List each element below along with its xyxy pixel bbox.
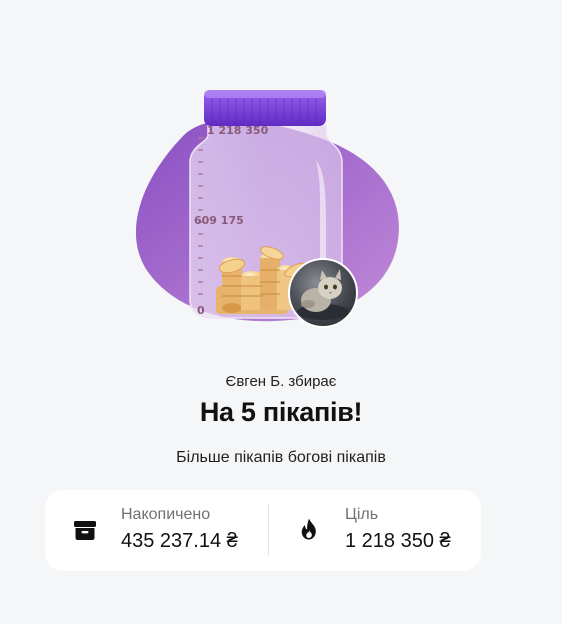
collection-description: Більше пікапів богові пікапів (176, 449, 386, 466)
accumulated-stat: Накопичено 435 237.14 ₴ (45, 490, 267, 571)
collection-title: На 5 пікапів! (199, 397, 363, 427)
collection-owner: Євген Б. збирає (225, 373, 337, 390)
jar-scale-min: 0 (197, 304, 205, 317)
jar-graphic (135, 90, 399, 322)
jar-illustration: 1 218 350 609 175 0 (120, 80, 410, 340)
jar-scale-mid: 609 175 (194, 214, 244, 227)
cat-photo-icon (297, 269, 349, 320)
stats-card: Накопичено 435 237.14 ₴ Ціль 1 218 350 ₴ (45, 490, 481, 571)
accumulated-value: 435 237.14 ₴ (121, 530, 238, 552)
jar-scale-max: 1 218 350 (207, 124, 269, 137)
archive-box-icon (74, 521, 96, 540)
flame-icon (301, 518, 316, 540)
goal-stat: Ціль 1 218 350 ₴ (269, 490, 481, 571)
accumulated-label: Накопичено (121, 506, 211, 523)
avatar (288, 258, 358, 328)
goal-label: Ціль (345, 506, 379, 523)
goal-value: 1 218 350 ₴ (345, 530, 451, 552)
